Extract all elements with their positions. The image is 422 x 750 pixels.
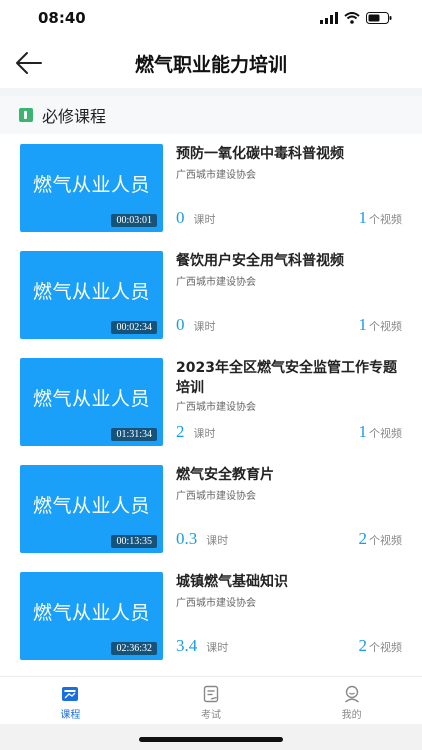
hours-unit: 课时 (206, 641, 229, 654)
video-count-unit: 个视频 (369, 213, 402, 226)
tab-label: 我的 (341, 710, 362, 721)
course-item[interactable]: 燃气从业人员 00:03:01 预防一氧化碳中毒科普视频 广西城市建设协会 0 … (0, 134, 422, 234)
course-hours: 2 课时 (176, 422, 216, 442)
course-organization: 广西城市建设协会 (176, 491, 256, 502)
book-icon (19, 108, 33, 122)
thumbnail-label: 燃气从业人员 (32, 602, 150, 624)
hours-unit: 课时 (193, 320, 216, 333)
exam-icon (203, 685, 219, 703)
signal-icon (320, 12, 338, 24)
course-hours: 3.4 课时 (176, 636, 228, 656)
course-thumbnail[interactable]: 燃气从业人员 00:02:34 (20, 251, 163, 339)
thumbnail-label: 燃气从业人员 (32, 388, 150, 410)
course-video-count: 1 个视频 (359, 208, 403, 228)
thumbnail-label: 燃气从业人员 (32, 495, 150, 517)
tab-exam[interactable]: 考试 (141, 677, 282, 724)
video-count-unit: 个视频 (369, 641, 402, 654)
home-indicator-area (0, 724, 422, 750)
thumbnail-label: 燃气从业人员 (32, 281, 150, 303)
hours-unit: 课时 (206, 534, 229, 547)
video-count-value: 2 (358, 529, 368, 548)
hours-value: 3.4 (176, 636, 198, 655)
course-video-count: 2 个视频 (359, 636, 403, 656)
course-title[interactable]: 城镇燃气基础知识 (176, 572, 404, 592)
hours-unit: 课时 (193, 427, 216, 440)
course-organization: 广西城市建设协会 (176, 402, 256, 413)
course-organization: 广西城市建设协会 (176, 598, 256, 609)
battery-icon (366, 12, 392, 24)
video-duration: 02:36:32 (111, 642, 157, 655)
course-item[interactable]: 燃气从业人员 02:36:32 城镇燃气基础知识 广西城市建设协会 3.4 课时… (0, 562, 422, 662)
course-thumbnail[interactable]: 燃气从业人员 00:13:35 (20, 465, 163, 553)
hours-value: 0 (176, 315, 185, 334)
video-count-unit: 个视频 (369, 320, 402, 333)
course-title[interactable]: 餐饮用户安全用气科普视频 (176, 251, 404, 271)
course-icon (62, 687, 79, 701)
tab-course[interactable]: 课程 (0, 677, 141, 724)
course-video-count: 1 个视频 (359, 315, 403, 335)
course-item[interactable]: 燃气从业人员 00:02:34 餐饮用户安全用气科普视频 广西城市建设协会 0 … (0, 241, 422, 341)
status-bar: 08:40 (0, 0, 422, 38)
page-title: 燃气职业能力培训 (134, 54, 287, 76)
course-thumbnail[interactable]: 燃气从业人员 00:03:01 (20, 144, 163, 232)
course-hours: 0 课时 (176, 315, 216, 335)
hours-value: 0 (176, 208, 185, 227)
course-item[interactable]: 燃气从业人员 00:13:35 燃气安全教育片 广西城市建设协会 0.3 课时 … (0, 455, 422, 555)
hours-value: 2 (176, 422, 185, 441)
video-duration: 01:31:34 (111, 428, 157, 441)
wifi-icon (344, 12, 360, 24)
video-count-unit: 个视频 (369, 534, 402, 547)
video-count-value: 2 (358, 636, 368, 655)
thumbnail-label: 燃气从业人员 (32, 174, 150, 196)
section-divider (0, 88, 422, 96)
course-thumbnail[interactable]: 燃气从业人员 02:36:32 (20, 572, 163, 660)
course-thumbnail[interactable]: 燃气从业人员 01:31:34 (20, 358, 163, 446)
video-count-value: 1 (358, 315, 368, 334)
video-duration: 00:02:34 (111, 321, 157, 334)
status-icons (320, 12, 392, 24)
tab-label: 课程 (60, 710, 81, 721)
home-indicator[interactable] (139, 737, 283, 742)
course-video-count: 2 个视频 (359, 529, 403, 549)
tab-profile[interactable]: 我的 (281, 677, 422, 724)
section-title: 必修课程 (42, 107, 107, 126)
video-count-value: 1 (358, 422, 368, 441)
section-header: 必修课程 (0, 96, 422, 134)
course-organization: 广西城市建设协会 (176, 277, 256, 288)
course-title[interactable]: 2023年全区燃气安全监管工作专题培训 (176, 358, 404, 398)
tab-label: 考试 (201, 710, 221, 721)
course-hours: 0.3 课时 (176, 529, 228, 549)
hours-unit: 课时 (193, 213, 216, 226)
course-title[interactable]: 燃气安全教育片 (176, 465, 404, 485)
course-organization: 广西城市建设协会 (176, 170, 256, 181)
course-hours: 0 课时 (176, 208, 216, 228)
course-video-count: 1 个视频 (359, 422, 403, 442)
course-title[interactable]: 预防一氧化碳中毒科普视频 (176, 144, 404, 164)
hours-value: 0.3 (176, 529, 198, 548)
nav-bar: 燃气职业能力培训 (0, 38, 422, 88)
video-count-value: 1 (358, 208, 368, 227)
video-duration: 00:13:35 (111, 535, 157, 548)
status-time: 08:40 (38, 9, 86, 27)
course-item[interactable]: 燃气从业人员 01:31:34 2023年全区燃气安全监管工作专题培训 广西城市… (0, 348, 422, 448)
tab-bar: 课程 考试 我的 (0, 676, 422, 724)
video-duration: 00:03:01 (111, 214, 157, 227)
profile-icon (344, 685, 359, 703)
video-count-unit: 个视频 (369, 427, 402, 440)
